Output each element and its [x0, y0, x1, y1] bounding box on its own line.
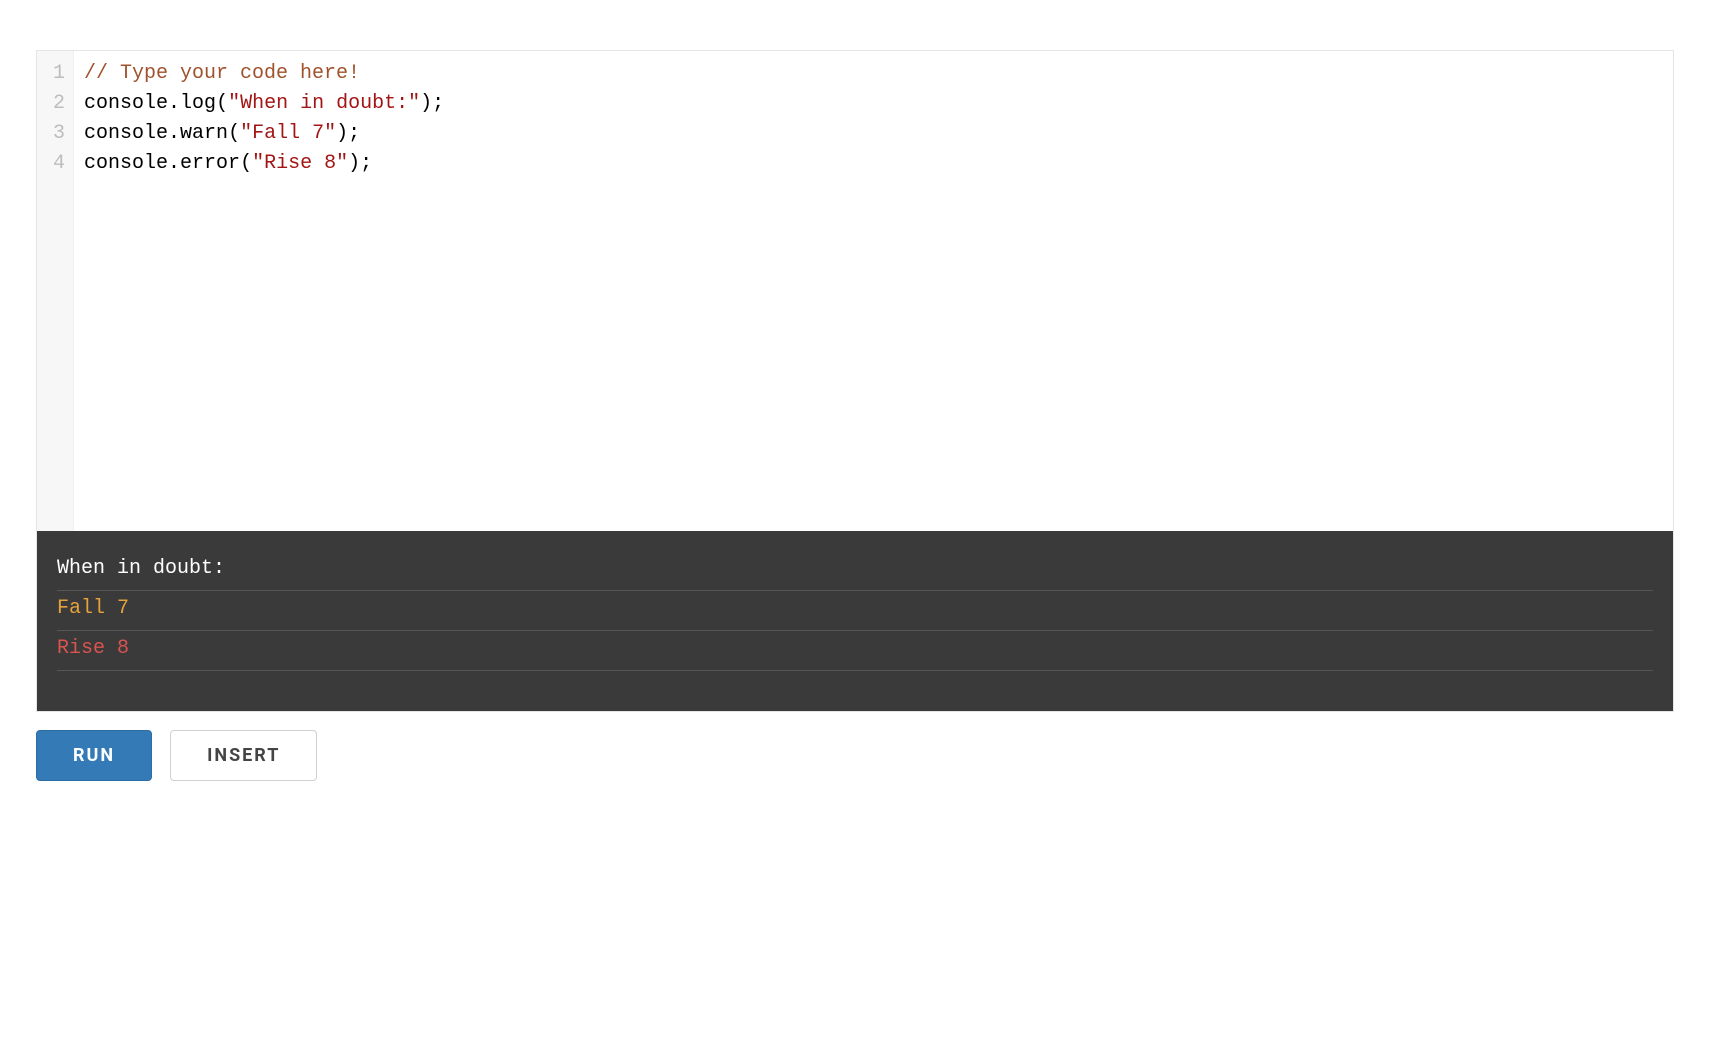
- code-token: .: [168, 152, 180, 175]
- code-token: "Fall 7": [240, 122, 336, 145]
- code-token: (: [240, 152, 252, 175]
- code-line: console.log("When in doubt:");: [84, 89, 1663, 119]
- line-number: 3: [53, 119, 65, 149]
- code-token: ;: [432, 92, 444, 115]
- code-editor[interactable]: 1234 // Type your code here!console.log(…: [37, 51, 1673, 531]
- code-token: warn: [180, 122, 228, 145]
- code-text-area[interactable]: // Type your code here!console.log("When…: [74, 51, 1673, 531]
- code-line: console.warn("Fall 7");: [84, 119, 1663, 149]
- code-token: ): [420, 92, 432, 115]
- code-token: console: [84, 152, 168, 175]
- line-number: 1: [53, 59, 65, 89]
- line-number: 4: [53, 149, 65, 179]
- code-token: "When in doubt:": [228, 92, 420, 115]
- code-line: console.error("Rise 8");: [84, 149, 1663, 179]
- code-token: (: [228, 122, 240, 145]
- code-token: log: [180, 92, 216, 115]
- console-log-line: When in doubt:: [57, 551, 1653, 591]
- insert-button[interactable]: Insert: [170, 730, 317, 781]
- console-output-panel: When in doubt:Fall 7Rise 8: [37, 531, 1673, 711]
- code-token: ;: [360, 152, 372, 175]
- console-warn-line: Fall 7: [57, 591, 1653, 631]
- code-token: .: [168, 122, 180, 145]
- code-token: (: [216, 92, 228, 115]
- code-token: "Rise 8": [252, 152, 348, 175]
- run-button[interactable]: Run: [36, 730, 152, 781]
- code-editor-panel: 1234 // Type your code here!console.log(…: [36, 50, 1674, 712]
- code-token: .: [168, 92, 180, 115]
- code-token: ): [348, 152, 360, 175]
- code-token: ): [336, 122, 348, 145]
- code-token: error: [180, 152, 240, 175]
- code-token: console: [84, 122, 168, 145]
- code-token: // Type your code here!: [84, 62, 360, 85]
- code-token: console: [84, 92, 168, 115]
- toolbar: Run Insert: [36, 730, 1674, 781]
- line-number: 2: [53, 89, 65, 119]
- line-number-gutter: 1234: [37, 51, 74, 531]
- console-error-line: Rise 8: [57, 631, 1653, 671]
- code-line: // Type your code here!: [84, 59, 1663, 89]
- code-token: ;: [348, 122, 360, 145]
